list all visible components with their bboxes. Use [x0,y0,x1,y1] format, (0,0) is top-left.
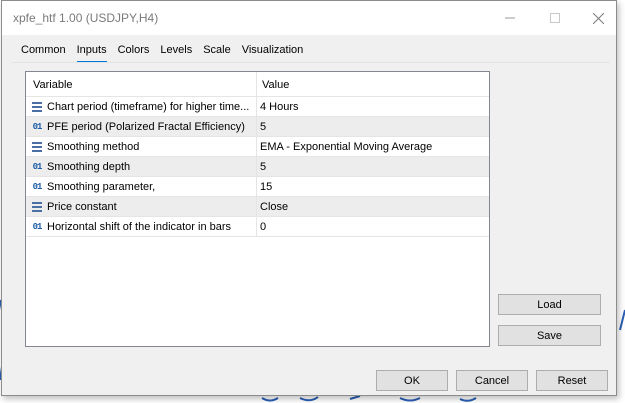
window-title: xpfe_htf 1.00 (USDJPY,H4) [13,11,159,25]
close-icon [593,12,604,24]
value-cell[interactable]: 4 Hours [257,97,299,116]
tab-strip: Common Inputs Colors Levels Scale Visual… [21,44,314,62]
maximize-button[interactable] [532,1,577,35]
enum-icon [30,141,44,153]
table-header: Variable Value [26,72,489,97]
minimize-button[interactable] [487,1,532,35]
value-cell[interactable]: 0 [257,217,266,236]
maximize-icon [549,13,560,23]
value-cell[interactable]: 15 [257,177,272,196]
column-header-value[interactable]: Value [257,72,289,91]
tab-colors[interactable]: Colors [118,44,150,62]
ok-button[interactable]: OK [376,370,448,391]
enum-icon [30,101,44,113]
title-bar[interactable]: xpfe_htf 1.00 (USDJPY,H4) [2,1,616,35]
variable-name: Smoothing parameter, [47,180,156,193]
table-row[interactable]: Smoothing method EMA - Exponential Movin… [26,137,489,157]
number-icon: 01 [32,161,43,172]
tab-common[interactable]: Common [21,44,66,62]
number-icon: 01 [32,221,43,232]
value-cell[interactable]: Close [257,197,288,216]
table-row[interactable]: 01 PFE period (Polarized Fractal Efficie… [26,117,489,137]
reset-button[interactable]: Reset [536,370,608,391]
tab-levels[interactable]: Levels [160,44,192,62]
load-button[interactable]: Load [498,294,601,315]
table-row[interactable]: 01 Smoothing depth 5 [26,157,489,177]
tab-inputs[interactable]: Inputs [76,44,107,62]
column-header-variable[interactable]: Variable [26,72,257,97]
close-button[interactable] [576,1,621,35]
table-row[interactable]: 01 Smoothing parameter, 15 [26,177,489,197]
tab-visualization[interactable]: Visualization [242,44,304,62]
table-row[interactable]: Price constant Close [26,197,489,217]
variable-name: Chart period (timeframe) for higher time… [47,100,250,113]
variable-name: Price constant [47,200,117,213]
value-cell[interactable]: 5 [257,117,266,136]
number-icon: 01 [32,181,43,192]
minimize-icon [504,17,515,19]
table-row[interactable]: Chart period (timeframe) for higher time… [26,97,489,117]
variable-name: Smoothing method [47,140,140,153]
save-button[interactable]: Save [498,325,601,346]
variable-name: Horizontal shift of the indicator in bar… [47,220,232,233]
variable-name: Smoothing depth [47,160,131,173]
number-icon: 01 [32,121,43,132]
table-row[interactable]: 01 Horizontal shift of the indicator in … [26,217,489,237]
cancel-button[interactable]: Cancel [456,370,528,391]
value-cell[interactable]: 5 [257,157,266,176]
tab-scale[interactable]: Scale [203,44,231,62]
variable-name: PFE period (Polarized Fractal Efficiency… [47,120,245,133]
value-cell[interactable]: EMA - Exponential Moving Average [257,137,432,156]
inputs-table[interactable]: Variable Value Chart period (timeframe) … [25,71,490,347]
enum-icon [30,201,44,213]
